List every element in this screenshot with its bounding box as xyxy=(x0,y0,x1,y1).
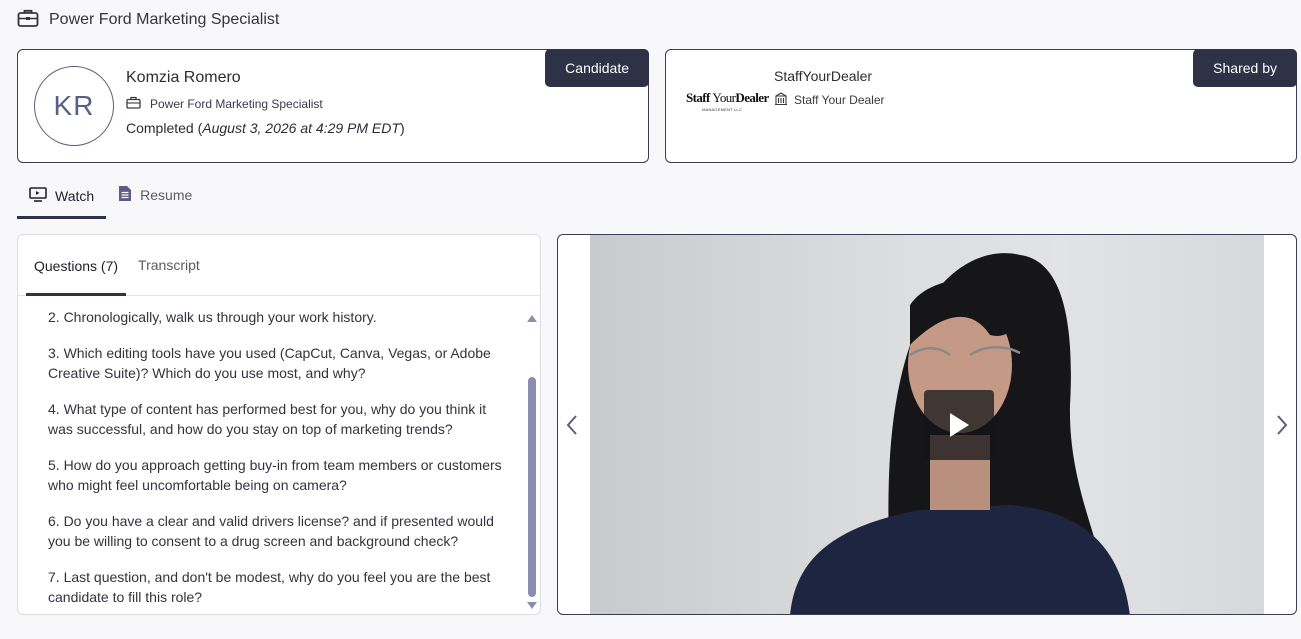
shared-by-tag: Shared by xyxy=(1193,49,1297,87)
video-panel xyxy=(557,234,1297,615)
scroll-down-arrow-icon[interactable] xyxy=(527,602,537,609)
play-icon xyxy=(950,413,969,437)
scroll-up-arrow-icon[interactable] xyxy=(527,315,537,322)
page-title: Power Ford Marketing Specialist xyxy=(49,11,280,28)
tab-resume-label: Resume xyxy=(140,187,193,203)
monitor-icon xyxy=(29,186,47,205)
shared-by-card: Shared by Staff YourDealer MANAGEMENT LL… xyxy=(665,49,1297,163)
video-player[interactable] xyxy=(590,235,1264,614)
chevron-right-icon[interactable] xyxy=(1274,413,1290,437)
logo-text-dealer: Dealer xyxy=(735,90,769,105)
tab-watch-label: Watch xyxy=(55,187,95,204)
question-item[interactable]: 4. What type of content has performed be… xyxy=(48,399,508,439)
briefcase-icon xyxy=(17,8,39,33)
question-item[interactable]: 6. Do you have a clear and valid drivers… xyxy=(48,511,508,551)
company-logo: Staff YourDealer MANAGEMENT LLC xyxy=(686,90,769,120)
candidate-role: Power Ford Marketing Specialist xyxy=(126,96,323,112)
questions-panel: Questions (7) Transcript 2. Chronologica… xyxy=(17,234,541,615)
scrollbar[interactable] xyxy=(527,311,538,609)
logo-subtitle: MANAGEMENT LLC xyxy=(702,107,742,112)
panel-tabs: Questions (7) Transcript xyxy=(18,235,540,296)
question-item[interactable]: 2. Chronologically, walk us through your… xyxy=(48,307,508,327)
page-header: Power Ford Marketing Specialist xyxy=(17,8,279,32)
chevron-left-icon[interactable] xyxy=(564,413,580,437)
logo-text-your: Your xyxy=(712,90,736,105)
candidate-card: Candidate KR Komzia Romero Power Ford Ma… xyxy=(17,49,649,163)
tab-watch[interactable]: Watch xyxy=(17,172,107,219)
scrollbar-thumb[interactable] xyxy=(528,377,536,597)
sharer-name: StaffYourDealer xyxy=(774,68,873,84)
candidate-status: Completed (August 3, 2026 at 4:29 PM EDT… xyxy=(126,120,405,136)
completion-date: August 3, 2026 at 4:29 PM EDT xyxy=(202,120,400,136)
status-label: Completed xyxy=(126,120,194,136)
tab-resume[interactable]: Resume xyxy=(106,172,204,218)
logo-text-staff: Staff xyxy=(686,90,713,105)
building-icon xyxy=(774,92,788,108)
briefcase-icon xyxy=(126,96,141,112)
main-tabs: Watch Resume xyxy=(17,172,204,219)
tab-transcript[interactable]: Transcript xyxy=(130,235,208,295)
play-button[interactable] xyxy=(924,390,994,460)
question-item[interactable]: 3. Which editing tools have you used (Ca… xyxy=(48,343,508,383)
question-item[interactable]: 5. How do you approach getting buy-in fr… xyxy=(48,455,508,495)
candidate-role-label: Power Ford Marketing Specialist xyxy=(150,97,323,111)
question-list: 2. Chronologically, walk us through your… xyxy=(48,307,508,614)
question-item[interactable]: 7. Last question, and don't be modest, w… xyxy=(48,567,508,607)
avatar: KR xyxy=(34,66,114,146)
sharer-org-label: Staff Your Dealer xyxy=(794,93,885,107)
candidate-tag: Candidate xyxy=(545,49,649,87)
sharer-org: Staff Your Dealer xyxy=(774,92,885,108)
tab-questions[interactable]: Questions (7) xyxy=(26,235,127,296)
candidate-name: Komzia Romero xyxy=(126,69,241,86)
document-icon xyxy=(118,185,132,205)
